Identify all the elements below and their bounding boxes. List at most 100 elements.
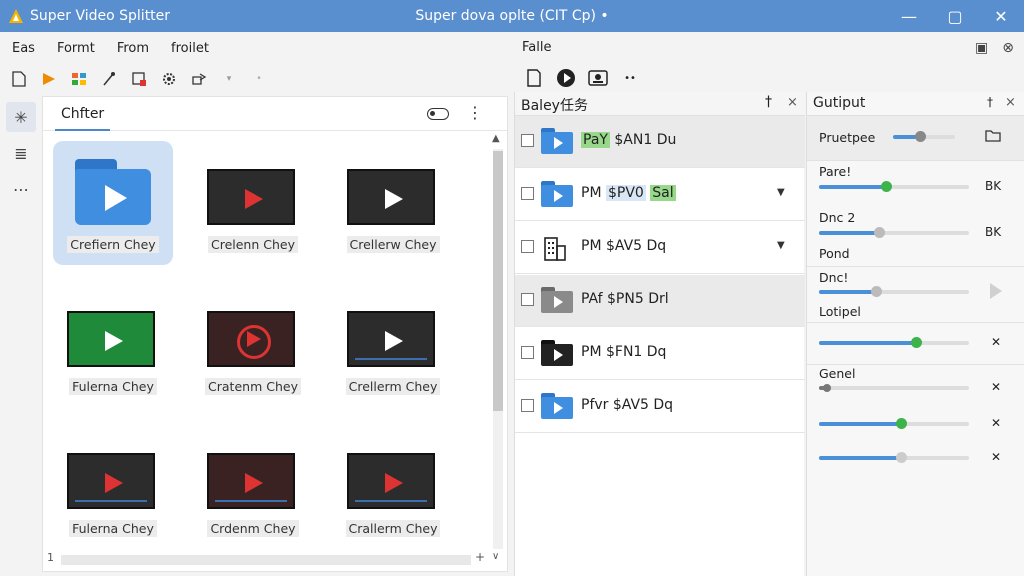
scroll-up-icon[interactable]: ▲ (492, 133, 500, 144)
media-tile[interactable]: Fulerna Chey (53, 425, 173, 549)
row-dropdown-icon[interactable]: ▼ (777, 187, 785, 198)
title-bar: Super Video Splitter Super dova oplte (C… (0, 0, 1024, 32)
pin-icon[interactable]: † (765, 94, 772, 110)
panel-icon[interactable]: ▣ (975, 40, 988, 56)
filter-lines-icon[interactable]: ≣ (6, 138, 36, 168)
row-checkbox[interactable] (521, 187, 534, 200)
close-icon[interactable]: × (1005, 95, 1016, 110)
row-tag: PaY (581, 132, 610, 148)
remove-icon[interactable]: ✕ (991, 450, 1001, 464)
scroll-thumb[interactable] (493, 151, 503, 411)
setting-slider[interactable] (893, 131, 955, 142)
row-prefix: PM (581, 238, 606, 254)
media-tile[interactable]: Crellerw Chey (333, 141, 453, 265)
output-setting: Dnc! Lotipel (807, 266, 1024, 322)
row-checkbox[interactable] (521, 346, 534, 359)
minimize-button[interactable]: — (886, 0, 932, 32)
maximize-button[interactable]: ▢ (932, 0, 978, 32)
media-tile[interactable]: Crallerm Chey (333, 425, 453, 549)
video-thumbnail-icon (67, 311, 155, 367)
share-icon[interactable] (190, 70, 208, 88)
media-tile[interactable]: Fulerna Chey (53, 283, 173, 407)
setting-value: BK (985, 225, 1002, 239)
setting-slider[interactable] (819, 452, 969, 463)
export-icon[interactable] (130, 70, 148, 88)
pin-icon[interactable]: † (987, 95, 993, 109)
setting-label: Pruetpee (819, 130, 876, 145)
close-icon[interactable]: × (787, 95, 798, 110)
play-icon[interactable] (989, 282, 1003, 303)
queue-row[interactable]: PaY $AN1 Du (515, 116, 805, 168)
output-setting: ✕ (807, 408, 1024, 440)
remove-icon[interactable]: ✕ (991, 335, 1001, 349)
setting-slider[interactable] (819, 384, 969, 392)
scroll-left-icon[interactable]: 1 (47, 551, 54, 564)
row-prefix: PM (581, 344, 606, 360)
dropdown-icon[interactable]: ▾ (220, 70, 238, 88)
video-thumbnail-icon (347, 169, 435, 225)
row-dropdown-icon[interactable]: ▼ (777, 240, 785, 251)
close-panel-icon[interactable]: ⊗ (1002, 40, 1014, 56)
row-prefix: Pfvr (581, 397, 613, 413)
play-circle-icon[interactable] (554, 66, 578, 90)
setting-slider[interactable] (819, 181, 969, 192)
scroll-down-icon[interactable]: ∨ (492, 551, 499, 562)
more-dot-icon[interactable]: • (250, 70, 268, 88)
setting-slider[interactable] (819, 337, 969, 348)
menu-item-falle[interactable]: Falle (522, 40, 551, 55)
row-checkbox[interactable] (521, 134, 534, 147)
tile-label: Cratenm Chey (205, 378, 301, 395)
media-tile[interactable]: Crdenm Chey (193, 425, 313, 549)
settings-gear-icon[interactable] (160, 70, 178, 88)
vertical-scrollbar[interactable]: ▲ ∨ (489, 131, 507, 571)
remove-icon[interactable]: ✕ (991, 416, 1001, 430)
ellipsis-icon[interactable]: ⋯ (6, 174, 36, 204)
media-tile[interactable]: Crelenn Chey (193, 141, 313, 265)
new-file-icon[interactable] (10, 70, 28, 88)
setting-slider[interactable] (819, 286, 969, 297)
remove-icon[interactable]: ✕ (991, 380, 1001, 394)
queue-row[interactable]: PM $FN1 Dq (515, 328, 805, 380)
menu-item-formt[interactable]: Formt (57, 41, 95, 56)
asterisk-icon[interactable]: ✳ (6, 102, 36, 132)
row-checkbox[interactable] (521, 293, 534, 306)
wand-icon[interactable] (100, 70, 118, 88)
setting-slider[interactable] (819, 418, 969, 429)
queue-row[interactable]: PM $PV0 Sal ▼ (515, 169, 805, 221)
close-button[interactable]: ✕ (978, 0, 1024, 32)
folder-icon[interactable] (985, 128, 1001, 145)
media-tile[interactable]: Crefiern Chey (53, 141, 173, 265)
row-text: $AV5 Dq (612, 397, 674, 413)
gallery-more-icon[interactable]: ⋮ (467, 103, 483, 122)
queue-row[interactable]: PM $AV5 Dq ▼ (515, 222, 805, 274)
tab-chfter[interactable]: Chfter (55, 97, 111, 131)
menu-item-from[interactable]: From (117, 41, 149, 56)
tile-label: Crefiern Chey (67, 236, 159, 253)
document-icon[interactable] (522, 66, 546, 90)
row-text: $FN1 Dq (605, 344, 667, 360)
queue-row[interactable]: Pfvr $AV5 Dq (515, 381, 805, 433)
row-prefix: PM (581, 185, 606, 201)
row-checkbox[interactable] (521, 240, 534, 253)
queue-row[interactable]: PAf $PN5 Drl (515, 275, 805, 327)
video-folder-icon (541, 181, 573, 207)
output-header: Gutiput † × (807, 92, 1024, 116)
row-text: $PN5 Drl (607, 291, 669, 307)
grid-icon[interactable] (70, 70, 88, 88)
play-flag-icon[interactable] (40, 70, 58, 88)
more-dots-icon[interactable]: •• (618, 66, 642, 90)
view-toggle[interactable] (427, 108, 449, 120)
output-setting: Genel ✕ (807, 364, 1024, 404)
menu-item-eas[interactable]: Eas (12, 41, 35, 56)
camera-icon[interactable] (586, 66, 610, 90)
video-thumbnail-icon (347, 453, 435, 509)
setting-slider[interactable] (819, 227, 969, 238)
tile-label: Crallerm Chey (345, 520, 441, 537)
horizontal-scrollbar[interactable]: 1 + (43, 549, 489, 569)
scroll-right-icon[interactable]: + (475, 550, 485, 564)
row-checkbox[interactable] (521, 399, 534, 412)
media-tile[interactable]: Cratenm Chey (193, 283, 313, 407)
menu-item-froilet[interactable]: froilet (171, 41, 209, 56)
media-tile[interactable]: Crellerm Chey (333, 283, 453, 407)
output-setting: ✕ (807, 322, 1024, 364)
